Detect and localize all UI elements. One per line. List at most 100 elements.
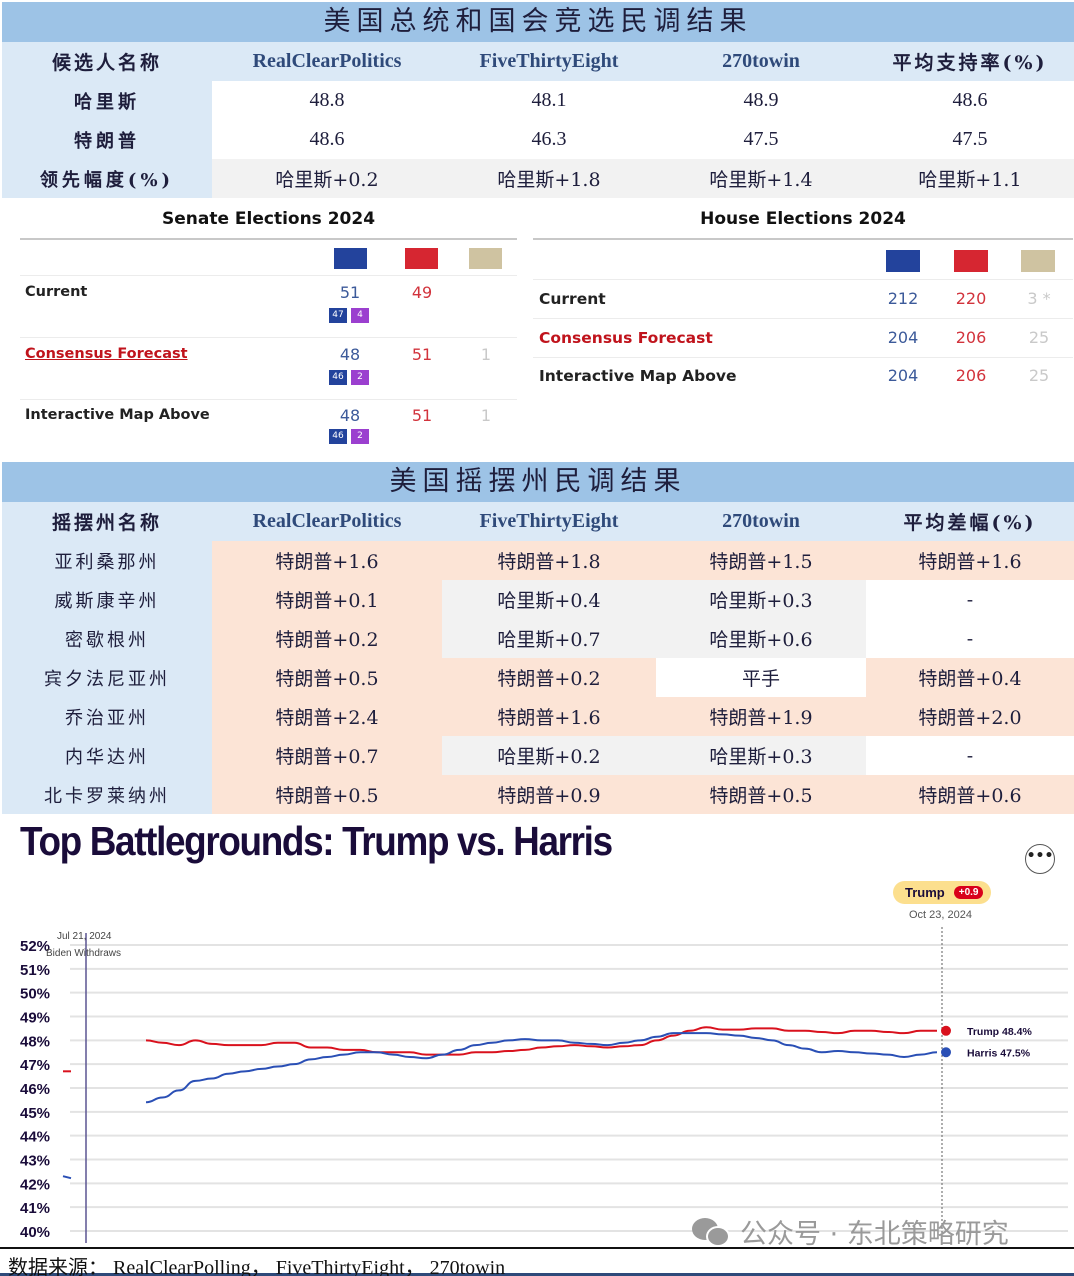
table-row: 内华达州 特朗普+0.7 哈里斯+0.2 哈里斯+0.3- bbox=[2, 736, 1074, 775]
header-270towin: 270towin bbox=[722, 510, 800, 532]
row-label: Current bbox=[25, 284, 88, 300]
other-seats: 25 bbox=[1028, 366, 1050, 385]
watermark: 公众号 · 东北策略研究 bbox=[692, 1212, 1009, 1251]
y-tick-label: 45% bbox=[20, 1105, 50, 1122]
poll-line-chart: 52%51%50%49%48%47%46%45%44%43%42%41%40%J… bbox=[20, 925, 1068, 1243]
more-options-button[interactable]: ••• bbox=[1025, 844, 1055, 874]
rep-seats: 206 bbox=[955, 366, 987, 385]
cell: 特朗普+0.6 bbox=[866, 775, 1074, 814]
header-state: 摇摆州名称 bbox=[51, 512, 162, 534]
senate-panel: Senate Elections 2024 Current 51 49 47 4… bbox=[20, 198, 517, 462]
cell: 哈里斯+0.6 bbox=[656, 619, 866, 658]
cell: 47.5 bbox=[866, 120, 1074, 159]
table-row: 乔治亚州 特朗普+2.4 特朗普+1.6 特朗普+1.9 特朗普+2.0 bbox=[2, 697, 1074, 736]
cell: - bbox=[866, 619, 1074, 658]
senate-row-current: Current 51 49 47 4 bbox=[20, 276, 517, 338]
row-label: 特朗普 bbox=[2, 120, 212, 159]
y-tick-label: 46% bbox=[20, 1081, 50, 1098]
dem-seats: 204 bbox=[887, 366, 919, 385]
rep-seats: 51 bbox=[411, 406, 433, 425]
cell: 48.9 bbox=[656, 81, 866, 120]
democrat-swatch bbox=[886, 250, 920, 272]
cell: 特朗普+0.5 bbox=[656, 775, 866, 814]
cell: 平手 bbox=[656, 658, 866, 697]
cell: - bbox=[866, 736, 1074, 775]
leader-margin: +0.9 bbox=[953, 886, 984, 899]
header-rcp: RealClearPolitics bbox=[252, 50, 402, 72]
cell: 哈里斯+1.4 bbox=[656, 159, 866, 198]
y-tick-label: 48% bbox=[20, 1033, 50, 1050]
independent-split-badge: 4 bbox=[351, 308, 369, 323]
swing-table-body: 亚利桑那州 特朗普+1.6 特朗普+1.8 特朗普+1.5 特朗普+1.6 威斯康辛州 特朗… bbox=[2, 541, 1074, 814]
table-row: 北卡罗莱纳州 特朗普+0.5 特朗普+0.9 特朗普+0.5 特朗普+0.6 bbox=[2, 775, 1074, 814]
other-seats: 1 bbox=[480, 406, 492, 425]
cell: 哈里斯+0.4 bbox=[442, 580, 656, 619]
other-seats: 25 bbox=[1028, 328, 1050, 347]
cell: 特朗普+0.4 bbox=[866, 658, 1074, 697]
cell: 特朗普+0.2 bbox=[442, 658, 656, 697]
dem-seats: 48 bbox=[339, 345, 361, 364]
harris-pre-marker bbox=[62, 1175, 72, 1180]
cell: 哈里斯+0.2 bbox=[442, 736, 656, 775]
cell: 48.6 bbox=[212, 120, 442, 159]
trump-end-dot bbox=[941, 1025, 951, 1036]
cell: 特朗普+0.5 bbox=[212, 658, 442, 697]
state-name: 北卡罗莱纳州 bbox=[2, 775, 212, 814]
cell: 46.3 bbox=[442, 120, 656, 159]
consensus-forecast-link[interactable]: Consensus Forecast bbox=[25, 346, 188, 362]
senate-row-map: Interactive Map Above 48 51 1 46 2 bbox=[20, 400, 517, 462]
table-row-harris: 哈里斯 48.8 48.1 48.9 48.6 bbox=[2, 81, 1074, 120]
source-footer: 数据来源： RealClearPolling， FiveThirtyEight，… bbox=[0, 1247, 1074, 1276]
cell: 48.8 bbox=[212, 81, 442, 120]
header-average-margin: 平均差幅(%) bbox=[903, 512, 1037, 534]
cell: 特朗普+1.6 bbox=[866, 541, 1074, 580]
y-tick-label: 41% bbox=[20, 1200, 50, 1217]
table-row: 亚利桑那州 特朗普+1.6 特朗普+1.8 特朗普+1.5 特朗普+1.6 bbox=[2, 541, 1074, 580]
other-seats: 3 * bbox=[1027, 289, 1051, 308]
rep-seats: 220 bbox=[955, 289, 987, 308]
table-row: 宾夕法尼亚州 特朗普+0.5 特朗普+0.2 平手 特朗普+0.4 bbox=[2, 658, 1074, 697]
state-name: 乔治亚州 bbox=[2, 697, 212, 736]
y-tick-label: 49% bbox=[20, 1010, 50, 1027]
watermark-text: 公众号 · 东北策略研究 bbox=[740, 1219, 1009, 1250]
dem-seats: 212 bbox=[887, 289, 919, 308]
swing-table-title: 美国摇摆州民调结果 bbox=[2, 462, 1074, 502]
header-270towin: 270towin bbox=[722, 50, 800, 72]
y-tick-label: 42% bbox=[20, 1176, 50, 1193]
cell: 特朗普+1.8 bbox=[442, 541, 656, 580]
y-tick-label: 47% bbox=[20, 1057, 50, 1074]
state-name: 威斯康辛州 bbox=[2, 580, 212, 619]
cell: 特朗普+0.1 bbox=[212, 580, 442, 619]
cell: 48.1 bbox=[442, 81, 656, 120]
cell: 47.5 bbox=[656, 120, 866, 159]
annotation-date: Jul 21, 2024 bbox=[57, 931, 112, 942]
consensus-forecast-link[interactable]: Consensus Forecast bbox=[539, 329, 713, 347]
leader-date: Oct 23, 2024 bbox=[909, 909, 972, 921]
y-tick-label: 50% bbox=[20, 986, 50, 1003]
y-tick-label: 51% bbox=[20, 962, 50, 979]
other-swatch bbox=[1021, 250, 1055, 272]
header-538: FiveThirtyEight bbox=[479, 510, 619, 532]
table-row: 威斯康辛州 特朗普+0.1 哈里斯+0.4 哈里斯+0.3- bbox=[2, 580, 1074, 619]
cell: 特朗普+1.6 bbox=[212, 541, 442, 580]
dem-split-badge: 46 bbox=[329, 429, 347, 444]
swing-header-row: 摇摆州名称 RealClearPolitics FiveThirtyEight … bbox=[2, 502, 1074, 541]
rep-seats: 49 bbox=[411, 283, 433, 302]
harris-end-dot bbox=[941, 1047, 951, 1058]
cell: 特朗普+0.7 bbox=[212, 736, 442, 775]
dem-seats: 51 bbox=[339, 283, 361, 302]
republican-swatch bbox=[405, 248, 438, 269]
cell: 特朗普+0.5 bbox=[212, 775, 442, 814]
cell: 哈里斯+1.1 bbox=[866, 159, 1074, 198]
table-row-trump: 特朗普 48.6 46.3 47.5 47.5 bbox=[2, 120, 1074, 159]
national-poll-table: 候选人名称 RealClearPolitics FiveThirtyEight … bbox=[2, 42, 1074, 198]
democrat-swatch bbox=[334, 248, 367, 269]
dem-seats: 48 bbox=[339, 406, 361, 425]
source-text: 数据来源： RealClearPolling， FiveThirtyEight，… bbox=[8, 1257, 506, 1276]
cell: 哈里斯+0.3 bbox=[656, 736, 866, 775]
house-title: House Elections 2024 bbox=[700, 209, 906, 229]
state-name: 密歇根州 bbox=[2, 619, 212, 658]
table-row-lead: 领先幅度(%) 哈里斯+0.2 哈里斯+1.8 哈里斯+1.4 哈里斯+1.1 bbox=[2, 159, 1074, 198]
row-label: Interactive Map Above bbox=[25, 407, 210, 423]
dem-split-badge: 46 bbox=[329, 370, 347, 385]
